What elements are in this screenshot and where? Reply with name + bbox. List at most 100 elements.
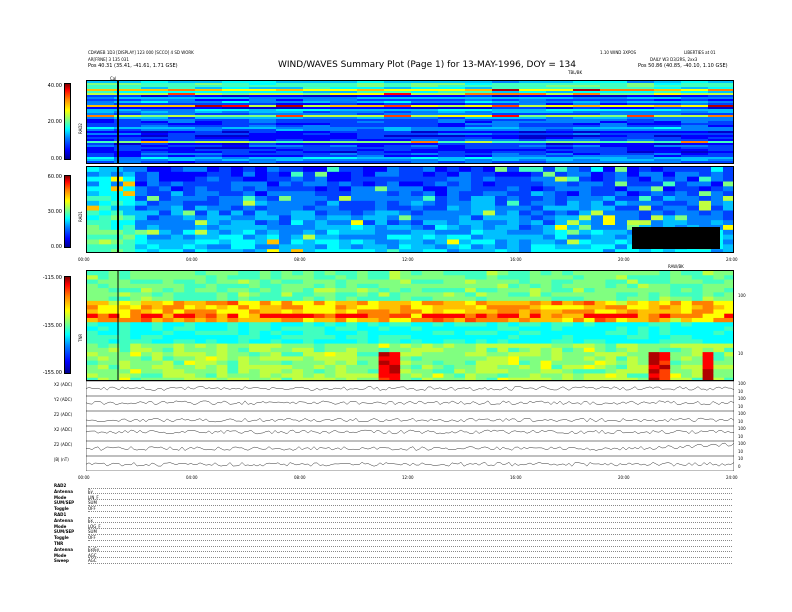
tnr-ylabel: TNR xyxy=(78,333,83,342)
tnr-cell xyxy=(227,322,239,327)
rad1-cell xyxy=(123,239,136,245)
tnr-cell xyxy=(259,275,272,281)
tnr-cell xyxy=(324,330,336,336)
tnr-cell xyxy=(432,347,444,353)
rad1-cell xyxy=(591,225,604,231)
rad1-cell xyxy=(135,210,148,216)
tnr-cell xyxy=(249,347,261,353)
rad1-cell xyxy=(279,215,292,221)
tnr-cell xyxy=(648,339,660,345)
tnr-cell xyxy=(681,373,693,379)
tnr-cell xyxy=(573,300,585,306)
rad2-cell xyxy=(249,163,277,164)
tnr-cell xyxy=(594,309,606,315)
tnr-cell xyxy=(346,360,358,366)
rad1-cell xyxy=(171,244,184,250)
rad1-cell xyxy=(159,210,172,216)
rad1-cell xyxy=(495,176,508,182)
rad1-cell xyxy=(147,239,160,245)
rad1-cell xyxy=(387,171,400,178)
rad1-cell xyxy=(123,229,136,236)
tnr-cell xyxy=(519,296,531,302)
rad1-cell xyxy=(303,167,316,173)
tnr-cell xyxy=(249,271,261,276)
tnr-cell xyxy=(594,275,606,281)
rad1-cell xyxy=(255,225,268,231)
rad1-cell xyxy=(459,205,472,211)
rad1-cell xyxy=(123,186,136,192)
rad2-cell xyxy=(141,161,169,163)
rad1-cell xyxy=(483,239,496,245)
rad1-cell xyxy=(171,205,184,211)
tnr-cell xyxy=(659,283,671,289)
tnr-cell xyxy=(681,309,693,315)
rad2-cell xyxy=(681,163,709,164)
rad1-cell xyxy=(423,210,436,216)
tnr-cell xyxy=(659,271,671,276)
tnr-cell xyxy=(724,288,733,293)
rad1-cell xyxy=(627,220,640,226)
rad1-cell xyxy=(123,167,136,173)
tnr-cell xyxy=(313,339,326,345)
tnr-cell xyxy=(346,322,358,327)
tnr-cell xyxy=(130,322,142,327)
rad1-cell xyxy=(639,215,652,221)
tnr-cell xyxy=(151,317,164,323)
tnr-cell xyxy=(389,352,401,357)
tnr-cell xyxy=(605,300,617,306)
tnr-cell xyxy=(313,352,326,357)
tnr-cell xyxy=(389,292,401,298)
rad1-cell xyxy=(495,220,508,226)
tnr-cell xyxy=(529,313,542,319)
tnr-cell xyxy=(162,313,174,319)
tnr-cell xyxy=(573,271,585,276)
tnr-cell xyxy=(497,279,509,285)
tnr-cell xyxy=(87,271,99,276)
tnr-cell xyxy=(346,309,358,315)
rad1-cell xyxy=(447,225,460,231)
tnr-cell xyxy=(173,369,185,374)
tnr-cell xyxy=(605,317,617,323)
tnr-cell xyxy=(616,347,628,353)
tnr-cell xyxy=(465,271,477,276)
rad1-cell xyxy=(183,196,196,202)
tnr-cell xyxy=(659,330,671,336)
tnr-cell xyxy=(486,330,498,336)
tnr-cell xyxy=(529,339,542,345)
tnr-cell xyxy=(97,326,110,332)
tnr-cell xyxy=(702,313,714,319)
tnr-cell xyxy=(324,369,336,374)
tnr-cell xyxy=(486,275,498,281)
rad1-cell xyxy=(123,181,136,187)
tnr-cell xyxy=(540,288,552,293)
stack-right-tick: 10 xyxy=(738,388,744,394)
tnr-cell xyxy=(724,275,733,281)
tnr-cell xyxy=(411,275,423,281)
rad2-cell xyxy=(708,161,733,163)
tnr-cell xyxy=(238,343,250,349)
tnr-cell xyxy=(346,275,358,281)
rad1-cell xyxy=(447,196,460,202)
rad1-cell xyxy=(171,181,184,187)
tnr-cell xyxy=(151,292,164,298)
rad1-cell xyxy=(723,249,733,252)
rad1-cell xyxy=(723,210,733,216)
tnr-cell xyxy=(529,283,542,289)
rad1-cell xyxy=(243,239,256,245)
tnr-cell xyxy=(562,356,574,362)
rad1-cell xyxy=(255,171,268,178)
tnr-cell xyxy=(562,339,574,345)
tnr-cell xyxy=(562,279,574,285)
rad1-cell xyxy=(171,167,184,173)
tnr-cell xyxy=(670,356,682,362)
rad1-cell xyxy=(243,225,256,231)
rad1-cell xyxy=(435,200,448,207)
rad2-cell xyxy=(465,163,493,164)
rad1-cell xyxy=(159,220,172,226)
rad1-cell xyxy=(243,244,256,250)
tnr-cell xyxy=(497,322,509,327)
tnr-cell xyxy=(616,373,628,379)
tnr-cell xyxy=(281,356,293,362)
tnr-cell xyxy=(432,296,444,302)
tnr-cell xyxy=(238,352,250,357)
